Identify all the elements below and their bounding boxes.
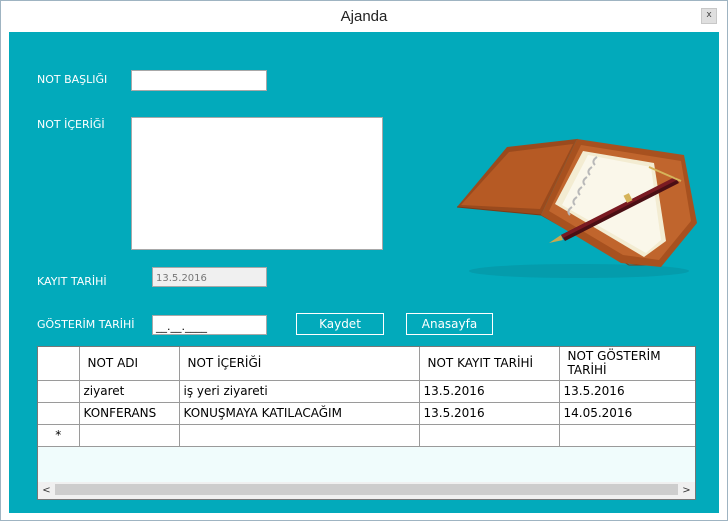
new-row-marker: *: [38, 424, 80, 447]
form-body: NOT BAŞLIĞI NOT İÇERİĞİ KAYIT TARİHİ 13.…: [9, 32, 719, 513]
row-header[interactable]: [38, 380, 80, 403]
save-button[interactable]: Kaydet: [296, 313, 384, 335]
grid-header-row: NOT ADI NOT İÇERİĞİ NOT KAYIT TARİHİ NOT…: [38, 347, 695, 381]
note-content-textarea[interactable]: [131, 117, 383, 250]
table-row[interactable]: KONFERANS KONUŞMAYA KATILACAĞIM 13.5.201…: [38, 402, 695, 425]
saved-date-label: KAYIT TARİHİ: [37, 275, 107, 288]
cell-note-name[interactable]: KONFERANS: [79, 402, 180, 425]
cell-display-date[interactable]: 14.05.2016: [559, 402, 695, 425]
note-title-input[interactable]: [131, 70, 267, 91]
window-title: Ajanda: [340, 8, 388, 25]
notes-table: NOT ADI NOT İÇERİĞİ NOT KAYIT TARİHİ NOT…: [38, 347, 695, 447]
row-header-corner: [38, 347, 80, 381]
row-header[interactable]: [38, 402, 80, 425]
notebook-pen-image: [456, 138, 697, 278]
title-bar: Ajanda x: [1, 1, 727, 31]
close-button[interactable]: x: [701, 8, 717, 24]
cell-note-content[interactable]: iş yeri ziyareti: [179, 380, 420, 403]
display-date-label: GÖSTERİM TARİHİ: [37, 318, 135, 331]
cell-saved-date[interactable]: 13.5.2016: [419, 402, 560, 425]
scroll-right-icon[interactable]: >: [678, 482, 695, 499]
column-header-saved-date[interactable]: NOT KAYIT TARİHİ: [419, 347, 560, 381]
notes-grid[interactable]: NOT ADI NOT İÇERİĞİ NOT KAYIT TARİHİ NOT…: [37, 346, 696, 500]
cell-saved-date[interactable]: 13.5.2016: [419, 380, 560, 403]
home-button[interactable]: Anasayfa: [406, 313, 493, 335]
column-header-display-date[interactable]: NOT GÖSTERİM TARİHİ: [559, 347, 695, 381]
scroll-left-icon[interactable]: <: [38, 482, 55, 499]
close-icon: x: [706, 10, 712, 20]
horizontal-scrollbar[interactable]: < >: [38, 482, 695, 499]
new-cell-note-content[interactable]: [179, 424, 420, 447]
app-window: Ajanda x NOT BAŞLIĞI NOT İÇERİĞİ KAYIT T…: [0, 0, 728, 521]
new-cell-display-date[interactable]: [559, 424, 695, 447]
display-date-masked-input[interactable]: __.__.____: [152, 315, 267, 335]
note-content-label: NOT İÇERİĞİ: [37, 118, 105, 131]
new-row[interactable]: *: [38, 424, 695, 447]
saved-date-field: 13.5.2016: [152, 267, 267, 287]
scrollbar-thumb[interactable]: [55, 484, 678, 495]
table-row[interactable]: ziyaret iş yeri ziyareti 13.5.2016 13.5.…: [38, 380, 695, 403]
new-cell-note-name[interactable]: [79, 424, 180, 447]
cell-note-content[interactable]: KONUŞMAYA KATILACAĞIM: [179, 402, 420, 425]
new-cell-saved-date[interactable]: [419, 424, 560, 447]
cell-display-date[interactable]: 13.5.2016: [559, 380, 695, 403]
column-header-note-content[interactable]: NOT İÇERİĞİ: [179, 347, 420, 381]
cell-note-name[interactable]: ziyaret: [79, 380, 180, 403]
note-title-label: NOT BAŞLIĞI: [37, 73, 108, 86]
column-header-note-name[interactable]: NOT ADI: [79, 347, 180, 381]
